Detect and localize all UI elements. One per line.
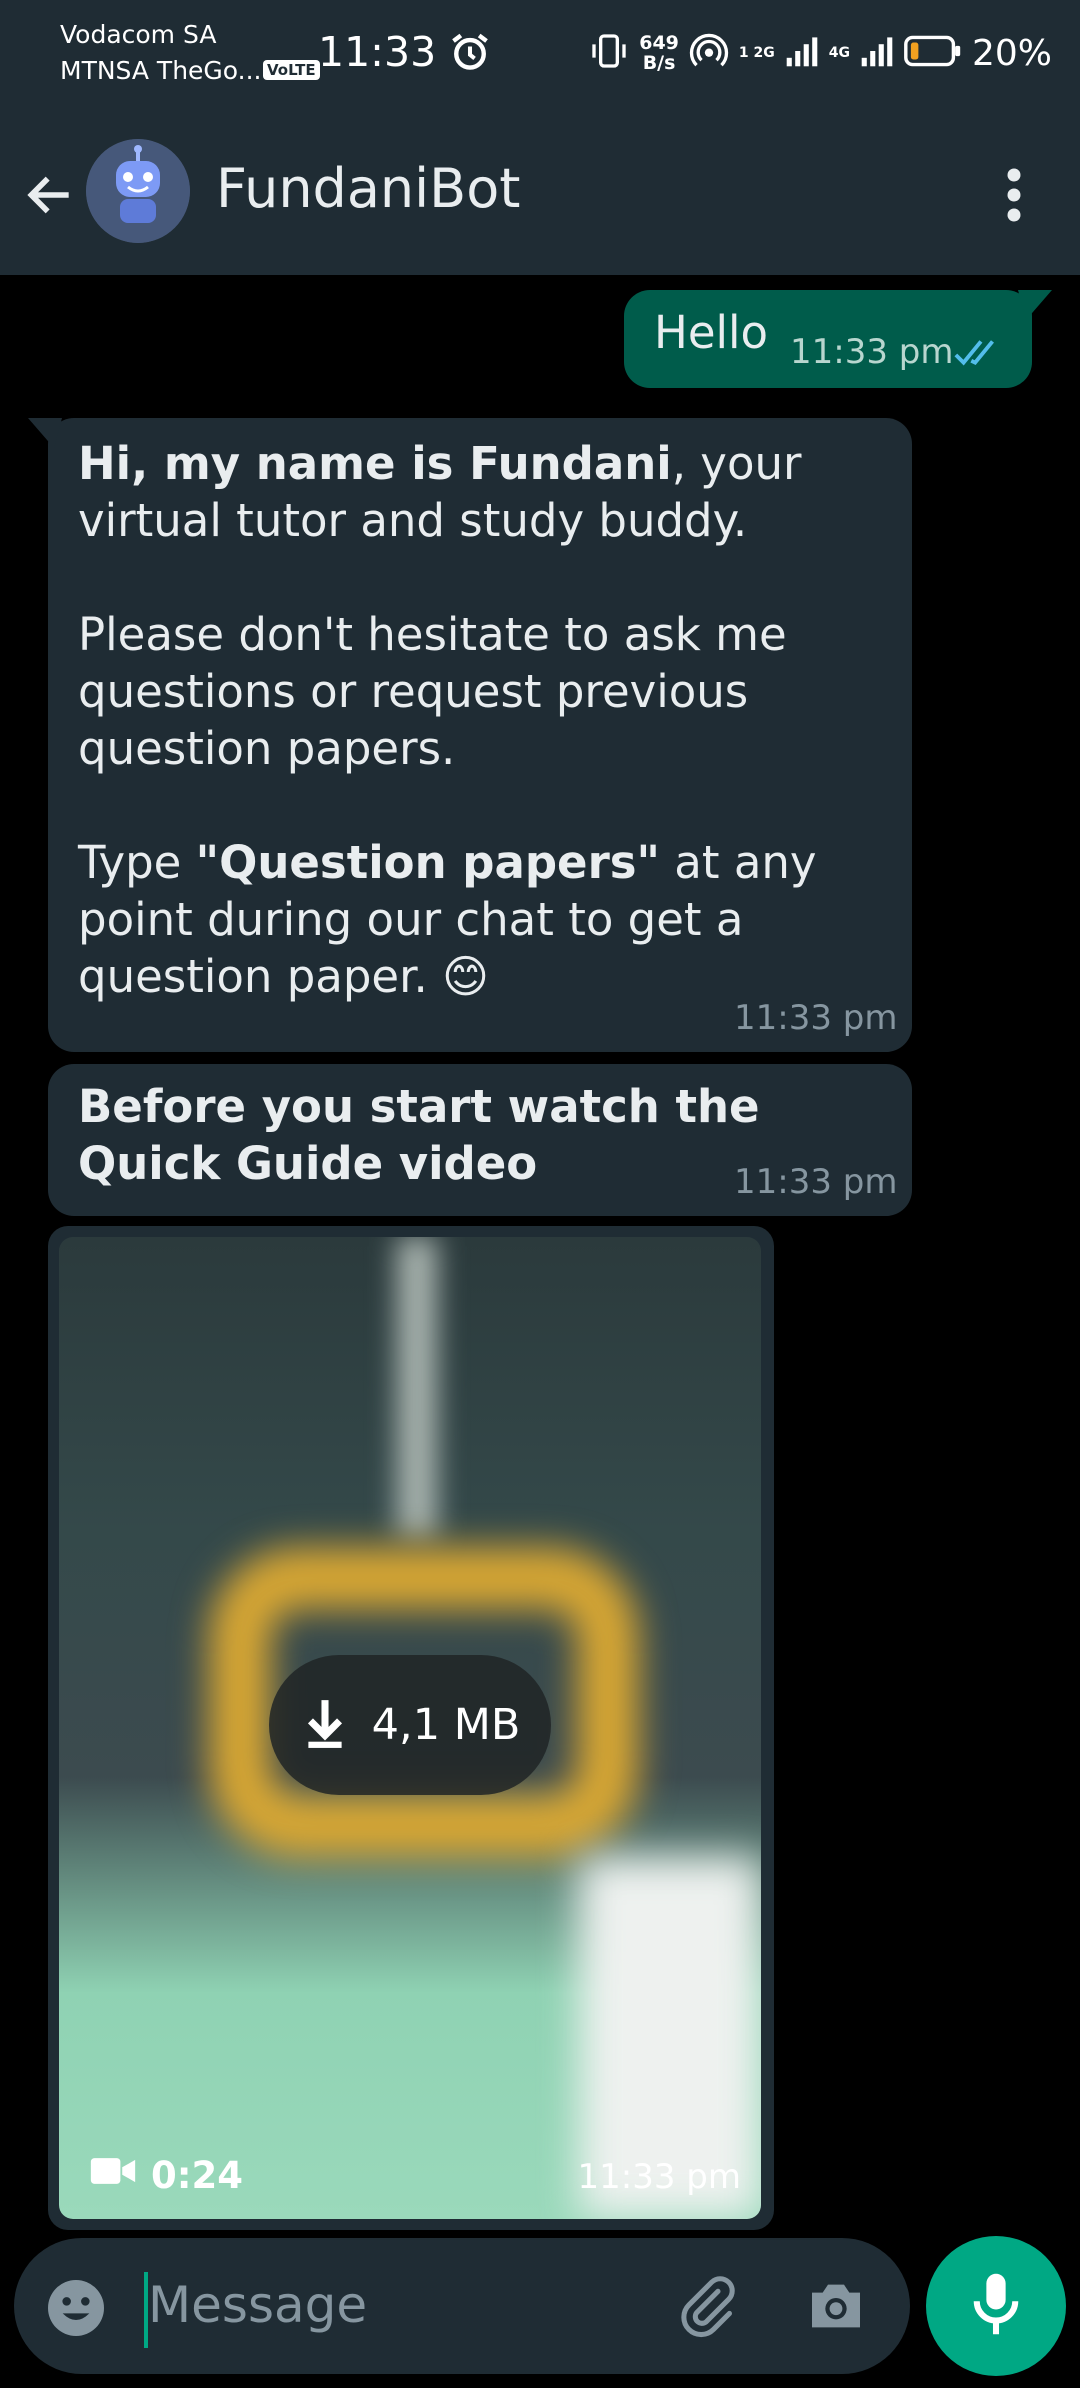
message-text: Hello (654, 306, 769, 359)
intro-paragraph: Hi, my name is Fundani, your virtual tut… (78, 435, 908, 549)
battery-icon (904, 34, 962, 72)
network-speed-unit: B/s (642, 52, 676, 74)
signal-type-1: 1 2G (738, 45, 775, 61)
smile-emoji: 😊 (442, 950, 490, 1003)
video-camera-icon (89, 2154, 137, 2197)
incoming-message[interactable]: Before you start watch the Quick Guide v… (48, 1064, 912, 1216)
contact-name[interactable]: FundaniBot (216, 157, 520, 220)
chat-header: FundaniBot (0, 105, 1080, 275)
bubble-tail (1018, 290, 1052, 320)
status-bar: Vodacom SA MTNSA TheGo... VoLTE 11:33 64… (0, 0, 1080, 105)
microphone-icon (967, 2271, 1025, 2341)
battery-percent: 20% (971, 32, 1052, 74)
network-speed-value: 649 (639, 32, 679, 54)
voice-record-button[interactable] (926, 2236, 1066, 2376)
file-size: 4,1 MB (371, 1700, 521, 1750)
download-button[interactable]: 4,1 MB (269, 1655, 551, 1795)
help-paragraph: Please don't hesitate to ask me question… (78, 608, 787, 775)
carrier-name-2: MTNSA TheGo... (60, 56, 262, 85)
hotspot-icon (689, 31, 729, 75)
read-ticks-icon (952, 336, 1006, 374)
message-input[interactable]: Message (148, 2276, 367, 2334)
attach-icon[interactable] (674, 2274, 738, 2342)
thumbnail-blur (397, 1237, 437, 1537)
bot-name-bold: Hi, my name is Fundani (78, 437, 672, 490)
outgoing-message[interactable]: Hello 11:33 pm (624, 290, 1052, 388)
message-time: 11:33 pm (577, 2157, 742, 2197)
signal-type-2: 4G (828, 45, 850, 61)
message-time: 11:33 pm (734, 1162, 898, 1202)
volte-badge: VoLTE (263, 60, 320, 80)
message-time: 11:33 pm (734, 998, 898, 1038)
carrier-name-1: Vodacom SA (60, 20, 217, 49)
status-icons: 649 B/s 1 2G 4G 20% (589, 26, 1052, 80)
status-clock: 11:33 (318, 28, 437, 76)
instruction-paragraph: Type "Question papers" at any point duri… (78, 834, 908, 1005)
message-body: Hi, my name is Fundani, your virtual tut… (78, 435, 908, 1005)
alarm-icon (448, 30, 492, 78)
vibrate-icon (589, 31, 629, 75)
signal-icon-2 (860, 34, 894, 72)
message-time: 11:33 pm (790, 332, 954, 372)
video-duration: 0:24 (89, 2154, 243, 2197)
network-speed: 649 B/s (639, 33, 679, 73)
back-button[interactable] (22, 167, 78, 227)
message-composer[interactable]: Message (14, 2238, 910, 2374)
more-options-icon[interactable] (1000, 165, 1028, 229)
video-thumbnail[interactable]: 4,1 MB 0:24 11:33 pm (59, 1237, 761, 2219)
duration-text: 0:24 (151, 2154, 244, 2197)
incoming-message[interactable]: Hi, my name is Fundani, your virtual tut… (28, 418, 912, 1052)
instruction-text: Type (78, 836, 196, 889)
camera-icon[interactable] (804, 2274, 868, 2342)
emoji-icon[interactable] (44, 2276, 108, 2344)
contact-avatar[interactable] (86, 139, 190, 243)
download-icon (300, 1696, 350, 1754)
keyword-bold: "Question papers" (195, 836, 660, 889)
bubble-tail (28, 418, 62, 448)
signal-icon-1 (785, 34, 819, 72)
